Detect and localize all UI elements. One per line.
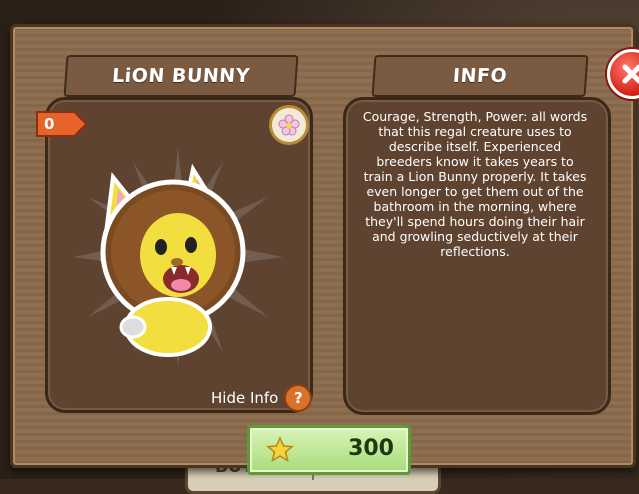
info-heading: INFO xyxy=(371,55,589,97)
price-value: 300 xyxy=(348,436,394,461)
question-icon[interactable]: ? xyxy=(284,384,313,412)
close-icon[interactable] xyxy=(607,49,639,99)
pet-info-panel: LiON BUNNY INFO 0 Hide Info ? Courage, S… xyxy=(10,24,639,475)
star-icon xyxy=(266,436,294,463)
buy-price-button[interactable]: 300 xyxy=(247,425,411,475)
pet-description: Courage, Strength, Power: all words that… xyxy=(362,109,588,259)
hide-info-label: Hide Info xyxy=(211,389,279,407)
count-badge: 0 xyxy=(36,111,88,137)
lion-bunny-image xyxy=(73,147,283,367)
hide-info-toggle[interactable]: Hide Info ? xyxy=(211,384,313,412)
pet-name-title: LiON BUNNY xyxy=(63,55,299,97)
flower-icon[interactable] xyxy=(269,105,309,145)
